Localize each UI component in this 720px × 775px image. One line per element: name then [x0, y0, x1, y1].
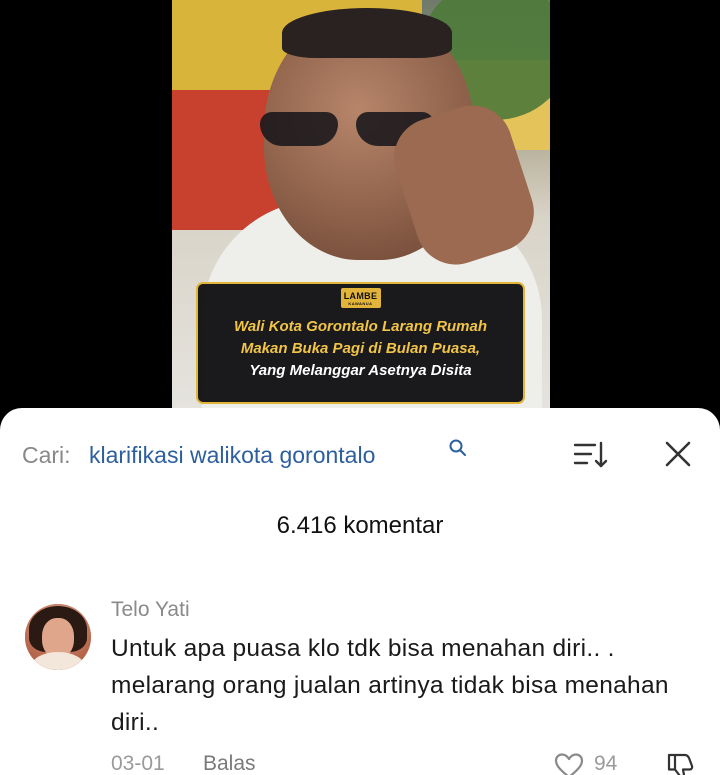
video-player[interactable]: LAMBE KAWANUA Wali Kota Gorontalo Larang… [0, 0, 720, 420]
dislike-icon[interactable] [665, 752, 695, 775]
video-caption-box: LAMBE KAWANUA Wali Kota Gorontalo Larang… [196, 282, 525, 404]
comment-date: 03-01 [111, 752, 165, 775]
comments-sheet: Cari: klarifikasi walikota gorontalo 6.4… [0, 408, 720, 775]
comments-count: 6.416 komentar [276, 512, 444, 539]
comment-author[interactable]: Telo Yati [111, 598, 190, 622]
caption-line-2: Makan Buka Pagi di Bulan Puasa, [240, 340, 481, 357]
like-count: 94 [594, 752, 618, 775]
comment-text: Untuk apa puasa klo tdk bisa menahan dir… [111, 635, 669, 736]
sort-icon[interactable] [573, 440, 609, 470]
close-icon[interactable] [663, 439, 693, 469]
search-row[interactable]: Cari: klarifikasi walikota gorontalo [0, 436, 720, 476]
person-hair [282, 8, 452, 58]
search-prefix: Cari: [22, 442, 71, 468]
heart-icon[interactable] [553, 752, 585, 775]
lambe-kawanua-logo: LAMBE KAWANUA [340, 288, 381, 308]
caption-line-3: Yang Melanggar Asetnya Disita [249, 362, 472, 379]
reply-button[interactable]: Balas [203, 752, 256, 775]
comment-item[interactable]: Telo Yati Untuk apa puasa klo tdk bisa m… [0, 594, 720, 775]
search-icon[interactable] [448, 438, 468, 458]
caption-line-1: Wali Kota Gorontalo Larang Rumah [233, 318, 488, 335]
avatar[interactable] [25, 604, 91, 670]
search-query-link[interactable]: klarifikasi walikota gorontalo [89, 442, 375, 469]
